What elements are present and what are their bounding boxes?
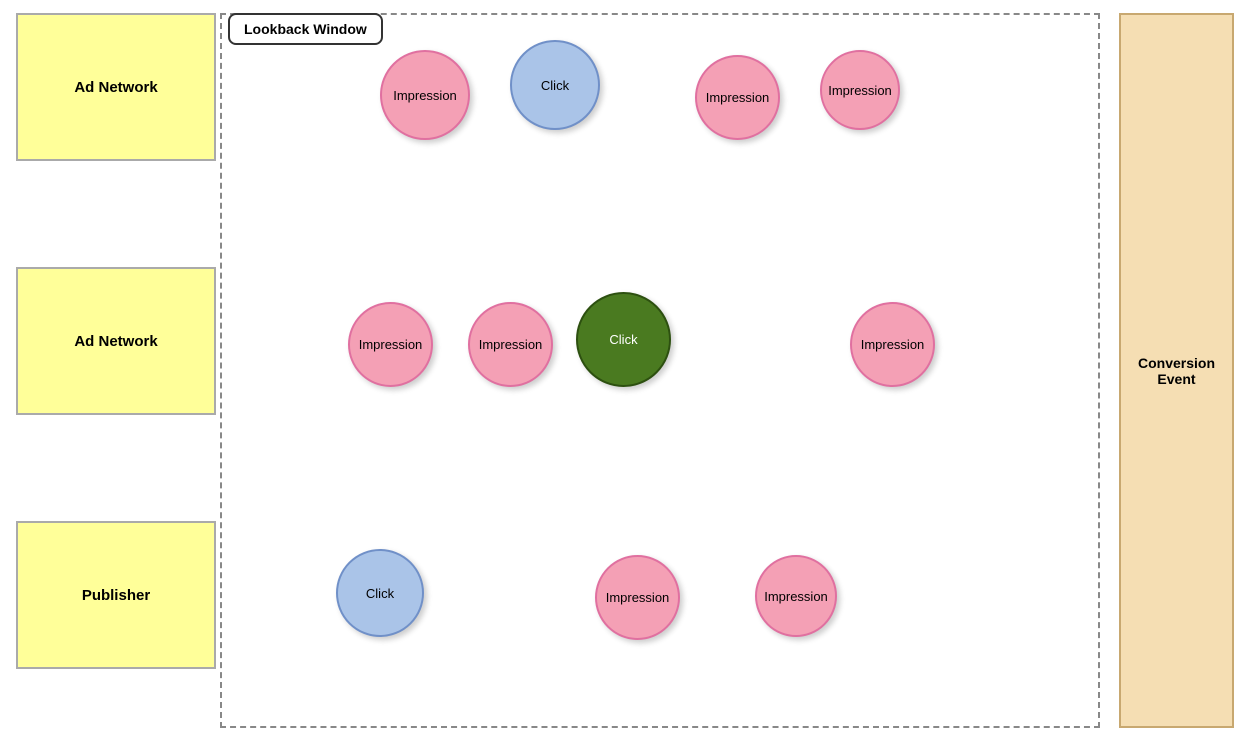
diagram-container: Ad Network Ad Network Publisher Lookback… [0, 0, 1234, 741]
row2-impression-3: Impression [850, 302, 935, 387]
ad-network-1-box: Ad Network [16, 13, 216, 161]
row1-click: Click [510, 40, 600, 130]
row3-impression-1: Impression [595, 555, 680, 640]
row1-impression-2: Impression [695, 55, 780, 140]
row1-impression-1: Impression [380, 50, 470, 140]
publisher-box: Publisher [16, 521, 216, 669]
ad-network-2-label: Ad Network [74, 333, 157, 350]
conversion-event-box: ConversionEvent [1119, 13, 1234, 728]
row1-impression-3: Impression [820, 50, 900, 130]
row3-impression-2: Impression [755, 555, 837, 637]
row2-impression-2: Impression [468, 302, 553, 387]
publisher-label: Publisher [82, 587, 150, 604]
ad-network-2-box: Ad Network [16, 267, 216, 415]
ad-network-1-label: Ad Network [74, 79, 157, 96]
row3-click: Click [336, 549, 424, 637]
row2-click: Click [576, 292, 671, 387]
conversion-event-label: ConversionEvent [1138, 355, 1215, 387]
row2-impression-1: Impression [348, 302, 433, 387]
lookback-window-label: Lookback Window [228, 13, 383, 45]
